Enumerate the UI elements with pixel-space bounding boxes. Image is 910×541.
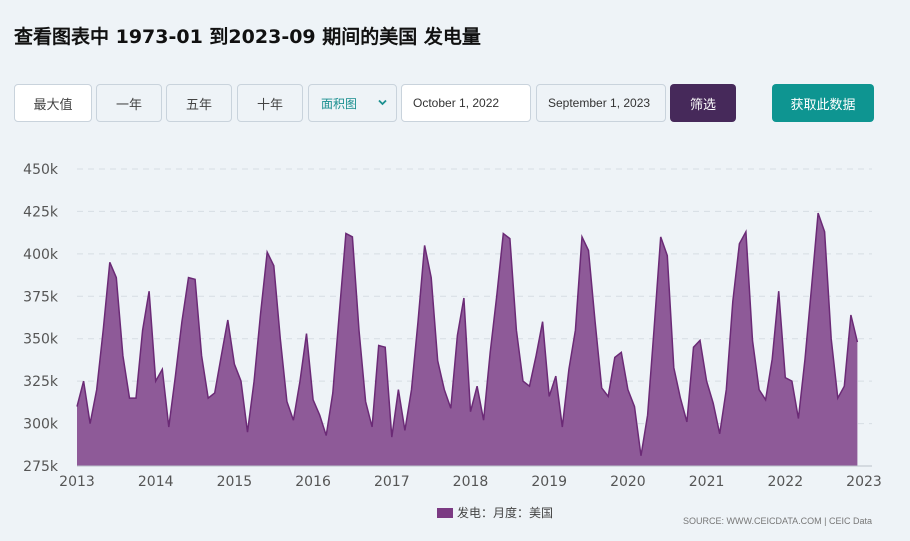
x-tick-label: 2015: [217, 474, 253, 490]
legend[interactable]: 发电：月度：美国: [437, 504, 553, 521]
electricity-area-chart: 275k 300k 325k 350k 375k 400k 425k 450k 2013 2014…: [23, 162, 882, 490]
x-tick-label: 2016: [295, 474, 331, 490]
legend-label: 发电：月度：美国: [457, 506, 554, 520]
source-note: SOURCE: WWW.CEICDATA.COM | CEIC Data: [682, 516, 872, 526]
x-tick-label: 2019: [531, 474, 567, 490]
x-tick-label: 2023: [846, 474, 882, 490]
x-tick-label: 2017: [374, 474, 410, 490]
y-tick-label: 325k: [23, 374, 59, 390]
x-tick-label: 2020: [610, 474, 646, 490]
y-tick-label: 275k: [23, 459, 59, 475]
series-area[interactable]: [77, 213, 858, 466]
x-tick-label: 2022: [767, 474, 803, 490]
legend-swatch: [437, 507, 453, 518]
y-tick-label: 450k: [23, 162, 59, 178]
x-tick-label: 2021: [689, 474, 725, 490]
y-tick-label: 400k: [23, 247, 59, 263]
y-tick-label: 300k: [23, 417, 59, 433]
x-tick-label: 2013: [59, 474, 95, 490]
x-tick-label: 2018: [453, 474, 489, 490]
y-tick-label: 375k: [23, 289, 59, 305]
y-tick-label: 350k: [23, 332, 59, 348]
x-tick-label: 2014: [138, 474, 174, 490]
y-tick-label: 425k: [23, 204, 59, 220]
